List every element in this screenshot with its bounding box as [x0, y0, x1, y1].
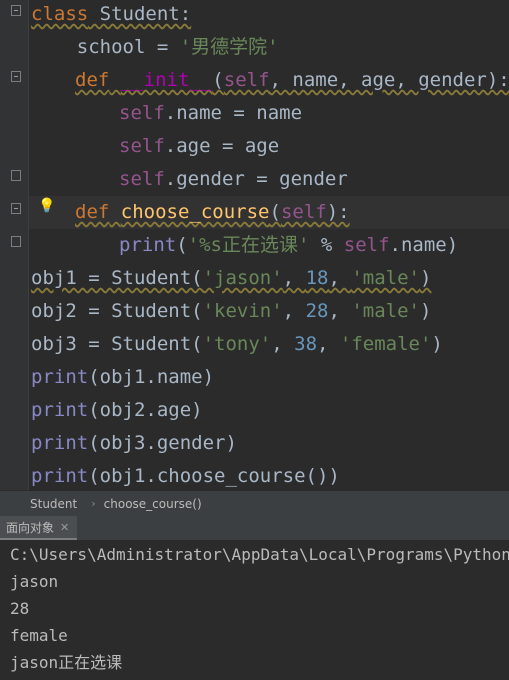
breadcrumb: Student › choose_course() [0, 490, 509, 516]
code-line-14: print(obj3.gender) [31, 432, 237, 454]
code-line-11: obj3 = Student('tony', 38, 'female') [31, 333, 443, 355]
code-line-1: class Student: [31, 3, 192, 25]
code-line-10: obj2 = Student('kevin', 28, 'male') [31, 300, 432, 322]
run-tab[interactable]: 面向对象 ✕ [0, 516, 78, 540]
fold-end-method-icon[interactable] [11, 236, 21, 247]
code-editor[interactable]: class Student: school = '男德学院' def __ini… [0, 0, 509, 490]
code-line-13: print(obj2.age) [31, 399, 203, 421]
console-line: 28 [10, 599, 30, 618]
code-line-8: print('%s正在选课' % self.name) [119, 234, 459, 256]
code-line-6: self.gender = gender [119, 168, 348, 190]
console-line: jason正在选课 [10, 653, 123, 672]
fold-method-icon[interactable] [11, 203, 21, 214]
run-tab-label: 面向对象 [6, 520, 55, 535]
breadcrumb-item-method[interactable]: choose_course() [104, 497, 202, 511]
close-icon[interactable]: ✕ [60, 521, 69, 534]
gutter-separator [28, 0, 29, 490]
breadcrumb-item-class[interactable]: Student [0, 497, 77, 511]
code-line-12: print(obj1.name) [31, 366, 215, 388]
console-line: female [10, 626, 68, 645]
code-line-5: self.age = age [119, 135, 280, 157]
fold-init-icon[interactable] [11, 71, 21, 82]
code-line-4: self.name = name [119, 102, 303, 124]
fold-end-init-icon[interactable] [11, 170, 21, 181]
run-tool-window-header: 面向对象 ✕ [0, 516, 509, 540]
code-line-2: school = '男德学院' [31, 36, 279, 58]
code-line-3: def __init__(self, name, age, gender): [75, 69, 509, 91]
console-line: C:\Users\Administrator\AppData\Local\Pro… [10, 545, 509, 564]
lightbulb-icon[interactable]: 💡 [38, 198, 55, 214]
fold-class-icon[interactable] [11, 5, 21, 16]
code-line-9: obj1 = Student('jason', 18, 'male') [31, 267, 432, 289]
breadcrumb-separator: › [91, 497, 96, 510]
code-line-15: print(obj1.choose_course()) [31, 465, 340, 487]
run-console[interactable]: C:\Users\Administrator\AppData\Local\Pro… [0, 540, 509, 680]
code-line-7: def choose_course(self): [75, 201, 350, 223]
console-line: jason [10, 572, 59, 591]
